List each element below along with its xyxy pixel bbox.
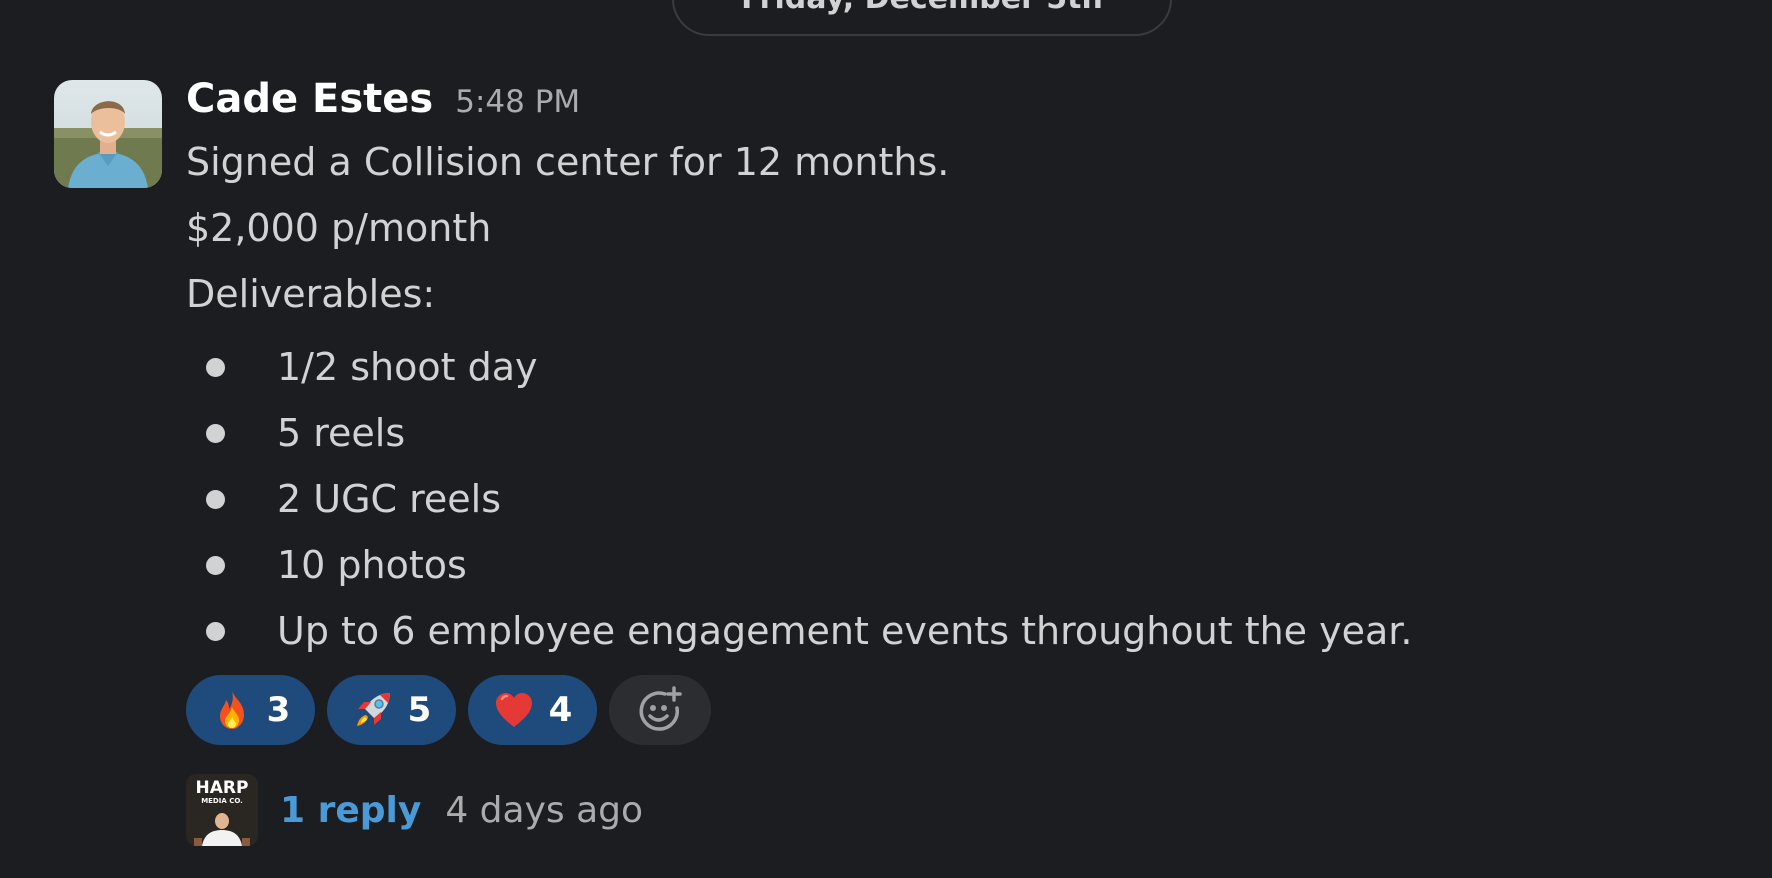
last-reply-time: 4 days ago [445,789,644,831]
list-item-text: 2 UGC reels [277,477,502,521]
svg-text:HARP: HARP [196,778,249,798]
message-header: Cade Estes 5:48 PM [186,76,580,132]
add-emoji-icon [639,686,682,731]
list-item: 1/2 shoot day [206,334,538,400]
author-avatar[interactable] [54,80,162,188]
reactions-bar: 3 5 4 [186,675,711,745]
reaction-rocket[interactable]: 5 [327,675,456,745]
bullet-icon [206,423,225,443]
author-name[interactable]: Cade Estes [186,76,433,122]
thread-summary[interactable]: HARP MEDIA CO. 1 reply 4 days ago [186,774,643,846]
message-line: Deliverables: [186,272,436,316]
bullet-icon [206,621,225,641]
bullet-icon [206,555,225,575]
reaction-heart[interactable]: 4 [468,675,597,745]
message-line: $2,000 p/month [186,206,492,250]
list-item: 10 photos [206,532,467,598]
reply-avatar[interactable]: HARP MEDIA CO. [186,774,258,846]
reaction-count: 4 [548,690,573,730]
bullet-icon [206,489,225,509]
list-item: Up to 6 employee engagement events throu… [206,598,1413,664]
fire-icon [219,691,244,729]
message-timestamp[interactable]: 5:48 PM [455,84,580,120]
list-item-text: 10 photos [277,543,467,587]
list-item-text: Up to 6 employee engagement events throu… [277,609,1413,653]
list-item: 2 UGC reels [206,466,501,532]
reply-count-link[interactable]: 1 reply [280,790,421,831]
reaction-count: 3 [266,690,291,730]
list-item-text: 1/2 shoot day [277,345,538,389]
list-item: 5 reels [206,400,405,466]
bullet-icon [206,357,225,377]
rocket-icon [356,693,390,726]
date-divider[interactable]: Friday, December 5th [672,0,1172,36]
message-line: Signed a Collision center for 12 months. [186,140,950,184]
reaction-count: 5 [407,690,432,730]
heart-icon [495,693,532,727]
reaction-fire[interactable]: 3 [186,675,315,745]
add-reaction-button[interactable] [609,675,711,745]
list-item-text: 5 reels [277,411,406,455]
svg-text:MEDIA CO.: MEDIA CO. [201,797,243,805]
